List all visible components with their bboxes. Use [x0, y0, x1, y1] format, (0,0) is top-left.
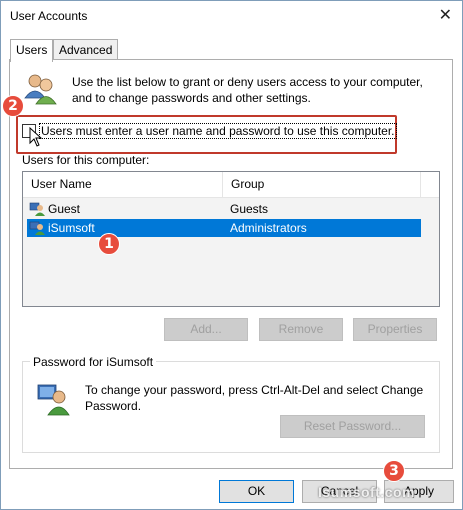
- user-icon: [29, 221, 45, 235]
- password-group-title: Password for iSumsoft: [30, 355, 157, 369]
- password-instructions: To change your password, press Ctrl-Alt-…: [85, 383, 424, 413]
- user-name-cell: iSumsoft: [48, 221, 95, 235]
- add-user-button[interactable]: Add...: [164, 318, 248, 341]
- watermark: Isumsoft.com: [318, 484, 416, 500]
- group-cell: Administrators: [230, 221, 307, 235]
- user-icon: [29, 202, 45, 216]
- properties-button[interactable]: Properties: [353, 318, 437, 341]
- users-icon: [24, 74, 57, 105]
- step-marker-2: 2: [2, 95, 24, 117]
- list-header: User Name Group: [23, 172, 439, 198]
- tab-users[interactable]: Users: [10, 39, 54, 62]
- window-title: User Accounts: [10, 9, 88, 23]
- column-header-user-name[interactable]: User Name: [23, 172, 223, 197]
- group-cell: Guests: [230, 202, 269, 216]
- tab-advanced[interactable]: Advanced: [53, 39, 119, 61]
- users-listview[interactable]: User Name Group Guest Guests iSumsoft Ad…: [22, 171, 440, 307]
- remove-user-button[interactable]: Remove: [259, 318, 343, 341]
- password-user-icon: [37, 384, 70, 416]
- mouse-cursor-icon: [29, 127, 43, 147]
- users-list-label: Users for this computer:: [22, 153, 150, 167]
- table-row-guest[interactable]: Guest Guests: [27, 200, 421, 218]
- step-marker-1: 1: [98, 233, 120, 255]
- column-header-group[interactable]: Group: [223, 172, 421, 197]
- ok-button[interactable]: OK: [219, 480, 294, 503]
- user-name-cell: Guest: [48, 202, 81, 216]
- table-row-isumsoft[interactable]: iSumsoft Administrators: [27, 219, 421, 237]
- close-icon[interactable]: ✕: [439, 5, 452, 25]
- title-bar: User Accounts ✕: [1, 1, 462, 31]
- intro-text: Use the list below to grant or deny user…: [72, 75, 423, 105]
- reset-password-button[interactable]: Reset Password...: [280, 415, 425, 438]
- step-marker-3: 3: [383, 460, 405, 482]
- login-required-label[interactable]: Users must enter a user name and passwor…: [39, 123, 397, 139]
